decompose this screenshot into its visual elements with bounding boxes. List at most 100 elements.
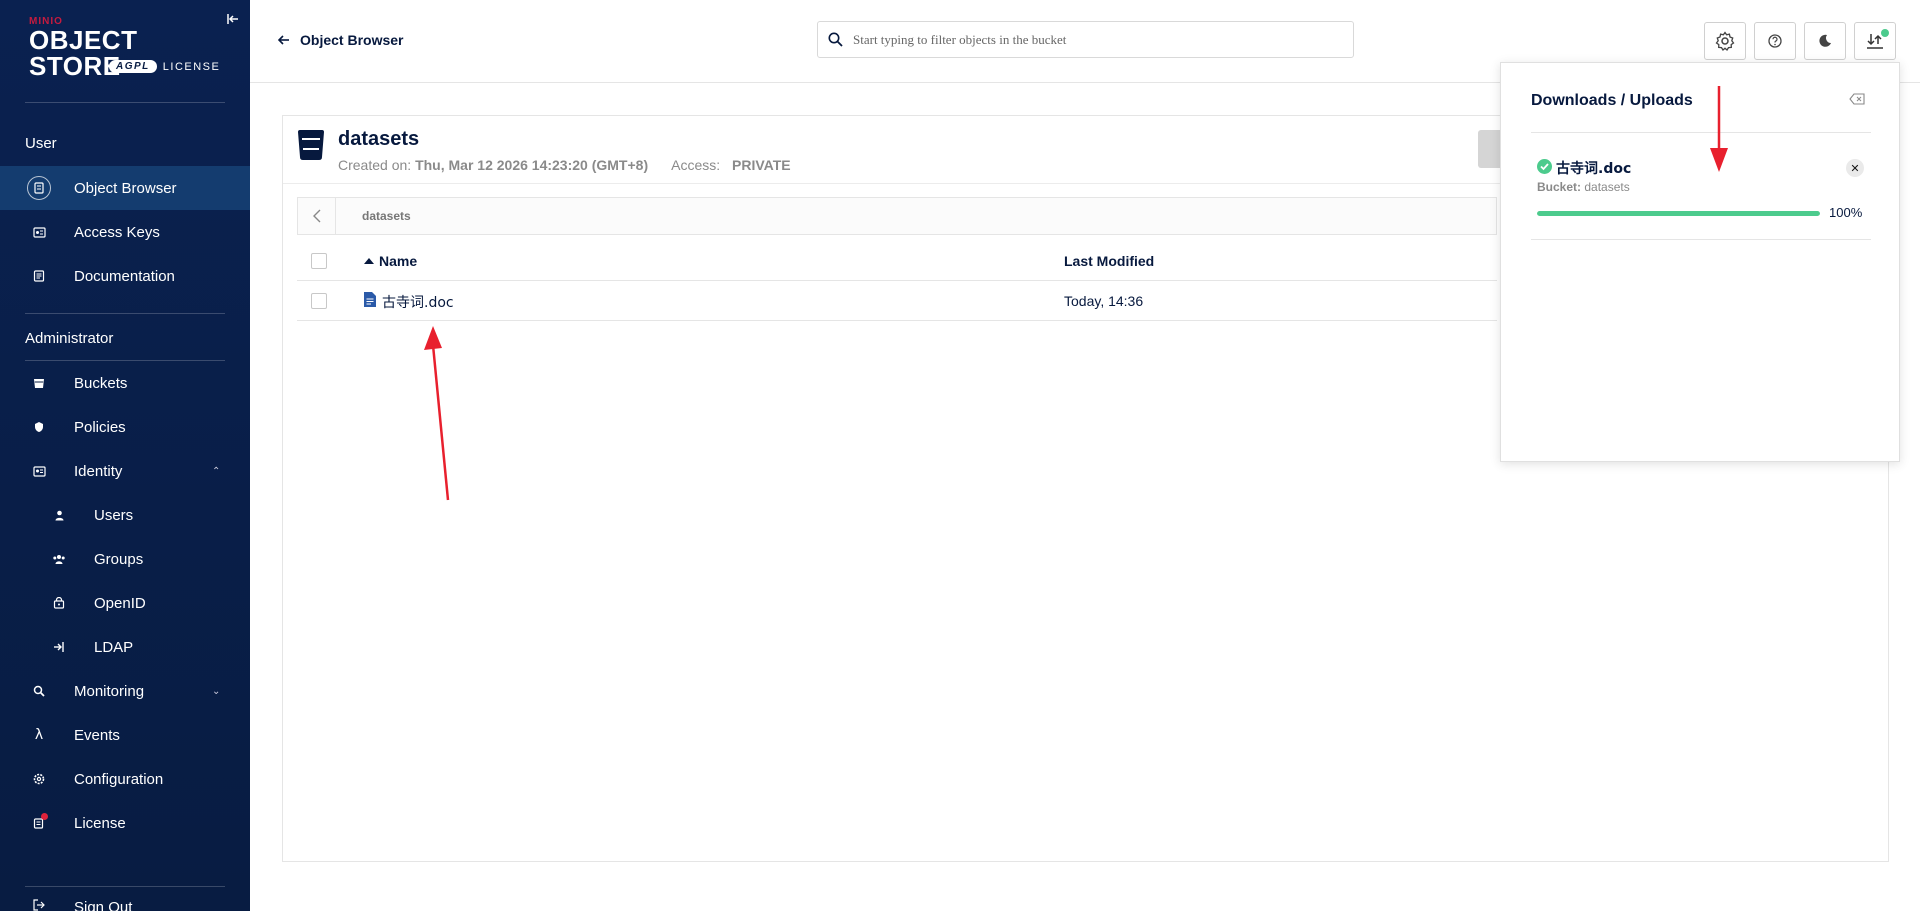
ldap-icon <box>47 635 71 659</box>
sidebar-item-label: Users <box>94 506 134 524</box>
created-value: Thu, Mar 12 2026 14:23:20 (GMT+8) <box>415 157 649 173</box>
breadcrumb[interactable]: datasets <box>362 209 411 223</box>
settings-button[interactable] <box>1704 22 1746 60</box>
sidebar: MINIO OBJECT STORE AGPL LICENSE User Obj… <box>0 0 250 911</box>
sidebar-item-object-browser[interactable]: Object Browser <box>0 166 250 210</box>
breadcrumb-back-button[interactable] <box>298 198 336 234</box>
sidebar-item-label: Events <box>74 726 120 744</box>
user-section-title: User <box>25 135 57 152</box>
activity-dot <box>1881 29 1889 37</box>
sidebar-divider <box>25 102 225 103</box>
bucket-meta: Created on: Thu, Mar 12 2026 14:23:20 (G… <box>338 157 791 173</box>
sort-asc-icon <box>364 258 374 264</box>
openid-icon <box>47 591 71 615</box>
created-label: Created on: <box>338 157 412 173</box>
back-to-object-browser-link[interactable]: Object Browser <box>278 32 403 48</box>
row-checkbox[interactable] <box>311 293 327 309</box>
file-name[interactable]: 古寺词.doc <box>382 292 454 312</box>
downloads-divider <box>1531 239 1871 240</box>
sidebar-item-ldap[interactable]: LDAP <box>0 625 250 669</box>
file-last-modified: Today, 14:36 <box>1064 293 1144 309</box>
sidebar-item-label: Identity <box>74 462 123 480</box>
lambda-icon: λ <box>34 727 44 743</box>
gear-icon <box>27 767 51 791</box>
table-row-divider <box>297 320 1497 321</box>
sidebar-item-label: OpenID <box>94 594 146 612</box>
sidebar-item-label: Monitoring <box>74 682 145 700</box>
access-keys-icon <box>27 220 51 244</box>
help-icon <box>1768 34 1782 48</box>
access-label: Access: <box>671 157 721 173</box>
agpl-badge: AGPL <box>109 60 157 73</box>
table-divider <box>297 280 1497 281</box>
sidebar-item-buckets[interactable]: Buckets <box>0 361 250 405</box>
dark-mode-button[interactable] <box>1804 22 1846 60</box>
sidebar-item-events[interactable]: λ Events <box>0 713 250 757</box>
buckets-icon <box>27 371 51 395</box>
downloads-panel-title: Downloads / Uploads <box>1531 92 1693 109</box>
admin-section-title: Administrator <box>25 330 114 347</box>
sidebar-item-monitoring[interactable]: Monitoring ⌄ <box>0 669 250 713</box>
chevron-up-icon[interactable]: ⌃ <box>212 466 220 477</box>
downloads-divider <box>1531 132 1871 133</box>
sidebar-item-label: Sign Out <box>74 899 133 911</box>
sidebar-item-label: Policies <box>74 418 126 436</box>
clear-all-icon[interactable] <box>1849 93 1865 105</box>
downloads-uploads-panel: Downloads / Uploads 古寺词.doc ✕ Bucket: da… <box>1500 62 1900 462</box>
sidebar-item-groups[interactable]: Groups <box>0 537 250 581</box>
access-value: PRIVATE <box>732 157 791 173</box>
close-icon: ✕ <box>1850 162 1860 175</box>
policies-icon <box>27 415 51 439</box>
downloads-uploads-button[interactable] <box>1854 22 1896 60</box>
sidebar-item-policies[interactable]: Policies <box>0 405 250 449</box>
transfer-progress-text: 100% <box>1829 205 1863 220</box>
document-file-icon <box>364 292 376 307</box>
transfer-bucket: Bucket: datasets <box>1537 180 1630 194</box>
sidebar-item-label: Configuration <box>74 770 164 788</box>
sidebar-item-identity[interactable]: Identity ⌃ <box>0 449 250 493</box>
remove-transfer-button[interactable]: ✕ <box>1846 159 1864 177</box>
check-circle-icon <box>1537 159 1552 174</box>
transfer-progress-bar <box>1537 211 1820 216</box>
sidebar-item-access-keys[interactable]: Access Keys <box>0 210 250 254</box>
documentation-icon <box>27 264 51 288</box>
breadcrumb-bar: datasets <box>297 197 1497 235</box>
logo-license: AGPL LICENSE <box>109 60 220 73</box>
chevron-down-icon[interactable]: ⌄ <box>212 686 220 697</box>
back-link-label: Object Browser <box>300 32 404 48</box>
sidebar-item-sign-out[interactable]: Sign Out <box>0 887 250 911</box>
sidebar-item-license[interactable]: License <box>0 801 250 845</box>
search-box[interactable] <box>817 21 1354 58</box>
column-header-name[interactable]: Name <box>364 253 417 269</box>
transfer-bucket-label: Bucket: <box>1537 180 1582 194</box>
sidebar-item-documentation[interactable]: Documentation <box>0 254 250 298</box>
sidebar-item-configuration[interactable]: Configuration <box>0 757 250 801</box>
transfer-progress-fill <box>1537 211 1820 216</box>
sidebar-item-label: License <box>74 814 126 832</box>
collapse-sidebar-icon[interactable] <box>226 12 240 26</box>
moon-icon <box>1819 34 1831 47</box>
column-header-last-modified[interactable]: Last Modified <box>1064 253 1154 269</box>
sidebar-item-label: Buckets <box>74 374 128 392</box>
search-input[interactable] <box>853 31 1333 48</box>
sidebar-item-label: Object Browser <box>74 179 177 197</box>
sign-out-icon <box>27 893 51 911</box>
identity-icon <box>27 459 51 483</box>
chevron-left-icon <box>312 209 320 223</box>
sidebar-item-label: Access Keys <box>74 223 160 241</box>
sidebar-item-label: Groups <box>94 550 144 568</box>
minio-logo: MINIO OBJECT STORE AGPL LICENSE <box>29 16 224 79</box>
logo-license-text: LICENSE <box>162 60 221 73</box>
help-button[interactable] <box>1754 22 1796 60</box>
groups-icon <box>47 547 71 571</box>
select-all-checkbox[interactable] <box>311 253 327 269</box>
arrow-left-icon <box>278 35 289 45</box>
object-browser-icon <box>27 176 51 200</box>
sidebar-item-label: Documentation <box>74 267 175 285</box>
sidebar-item-users[interactable]: Users <box>0 493 250 537</box>
sidebar-item-openid[interactable]: OpenID <box>0 581 250 625</box>
gear-icon <box>1715 31 1735 51</box>
bucket-title: datasets <box>338 128 420 150</box>
users-icon <box>47 503 71 527</box>
notification-dot <box>41 813 48 820</box>
